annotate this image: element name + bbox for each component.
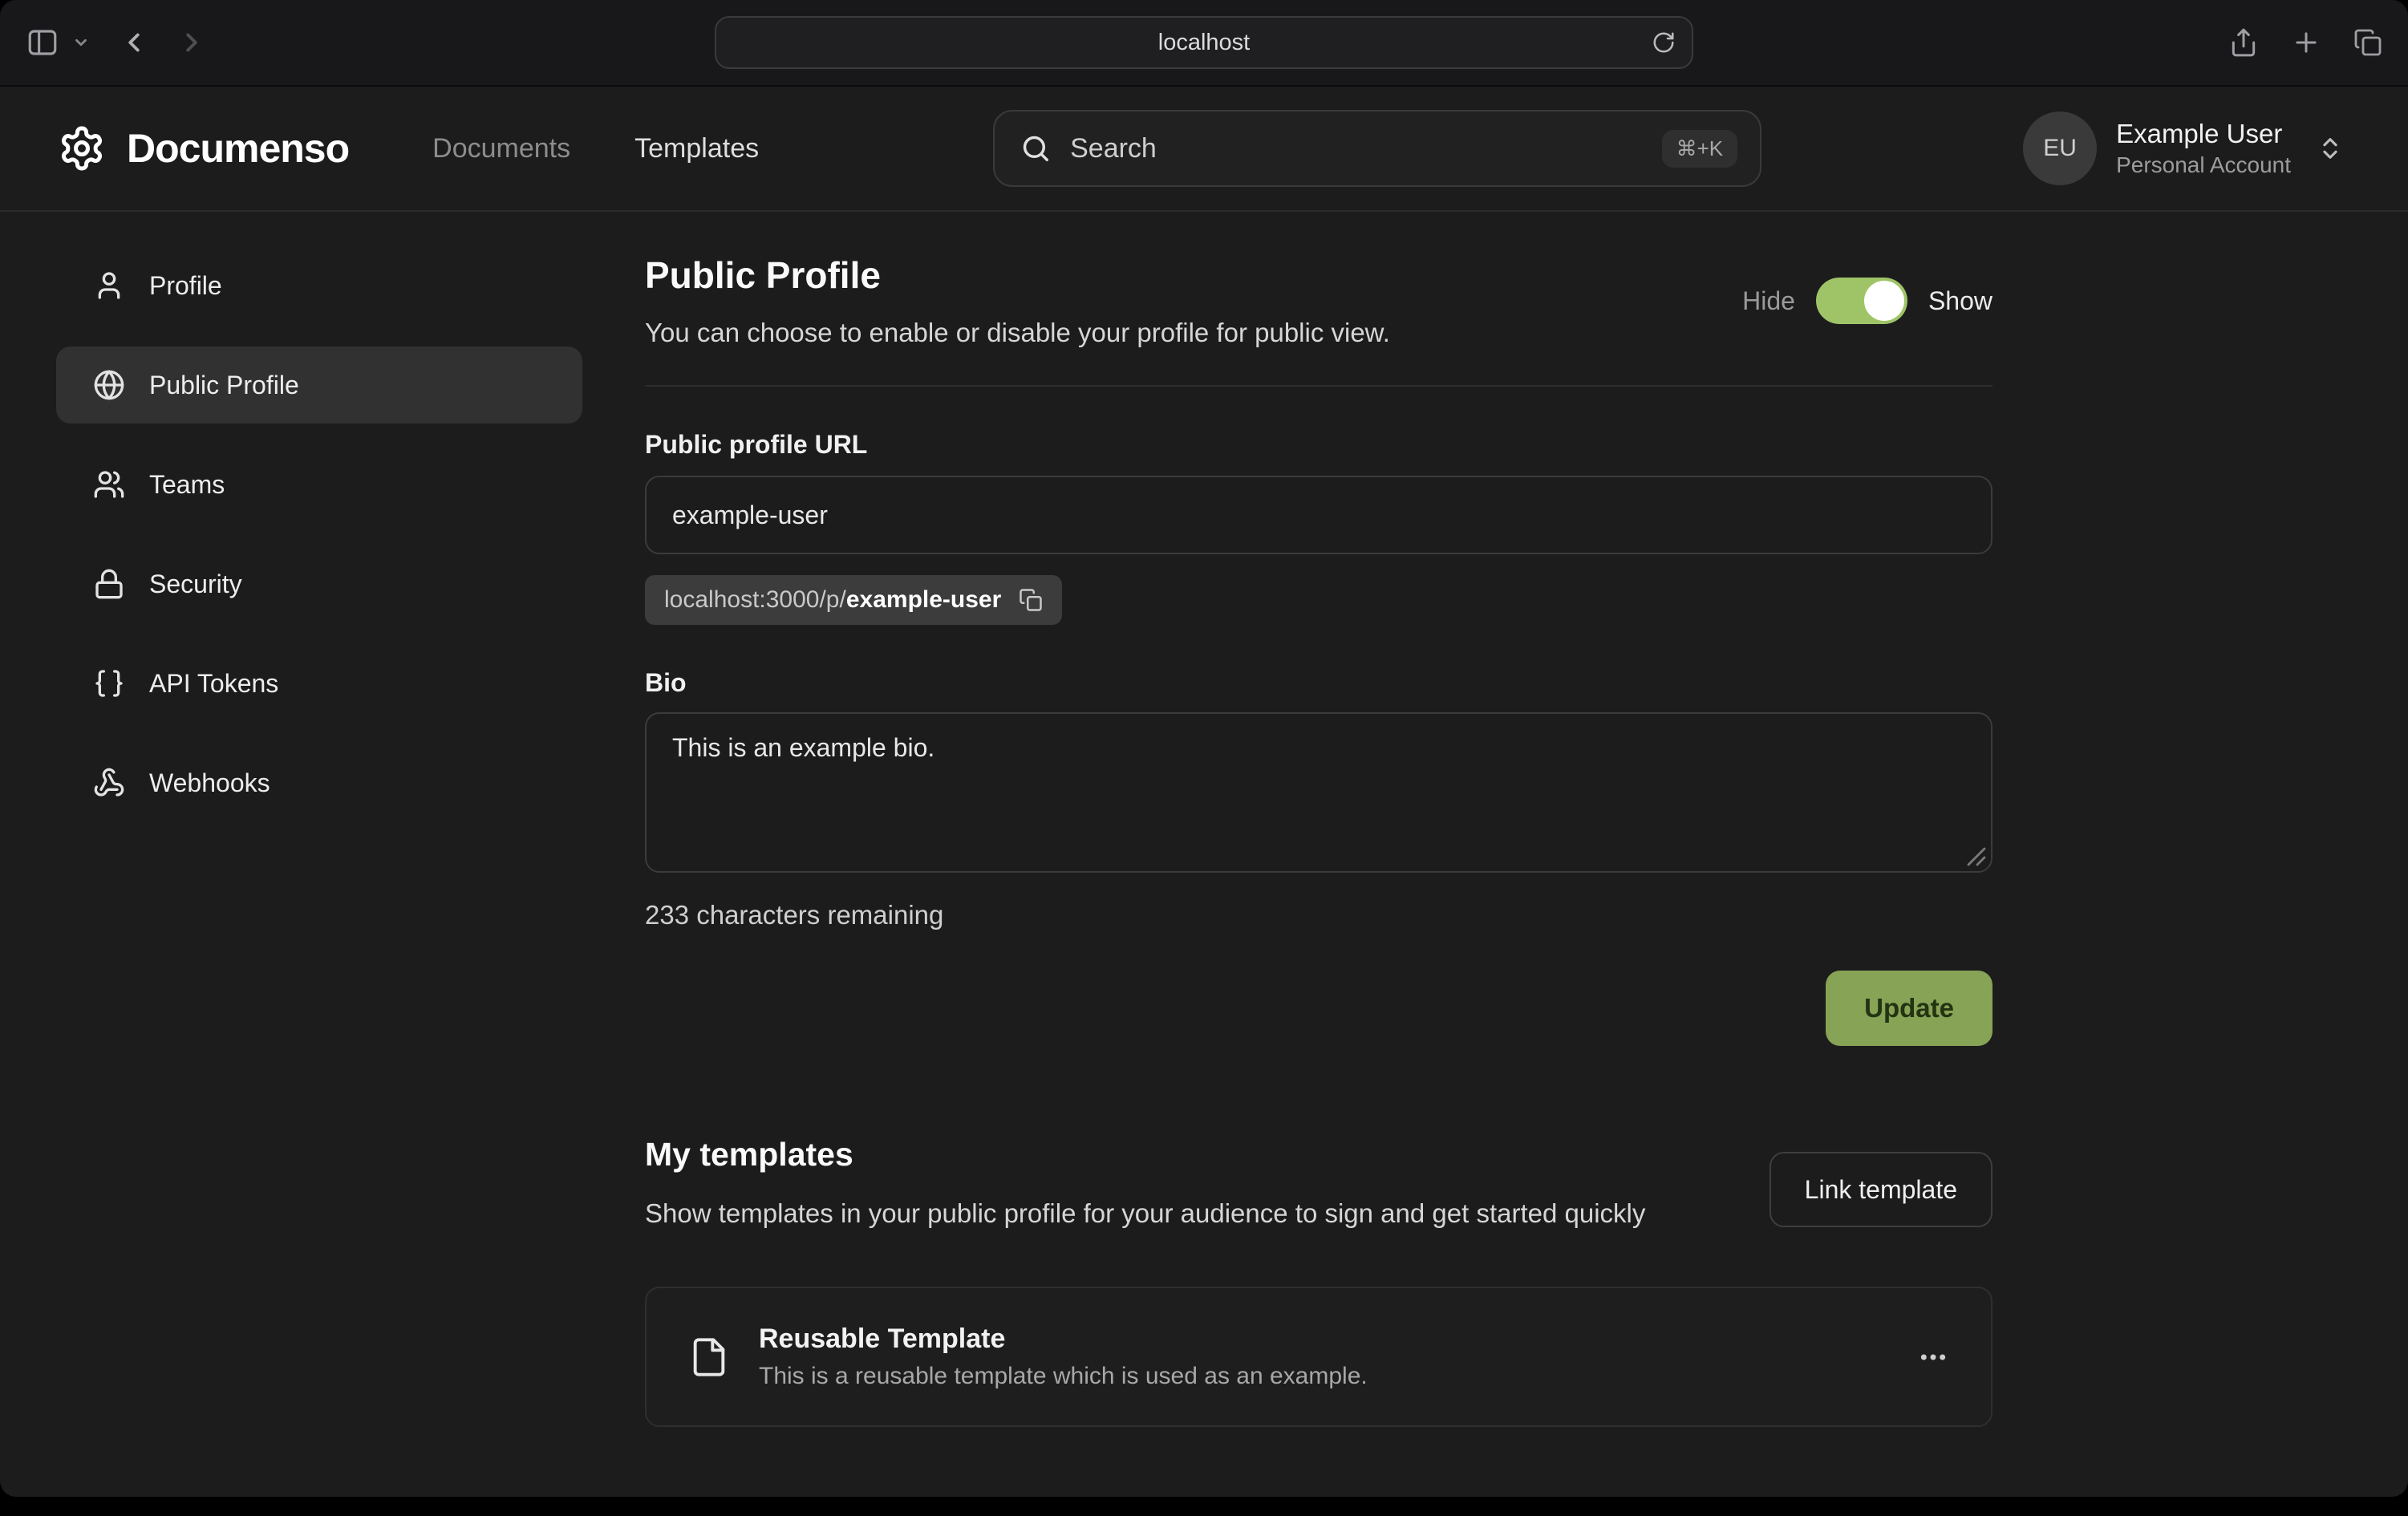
file-icon [688,1336,730,1378]
templates-title: My templates [645,1136,1645,1173]
my-templates-section: My templates Show templates in your publ… [645,1136,1992,1427]
tab-overview-chevron-icon[interactable] [72,34,90,51]
settings-nav: Profile Public Profile Teams [56,247,582,821]
toolbar-right-group [2228,27,2382,58]
user-icon [93,270,125,302]
user-account-type: Personal Account [2116,152,2291,178]
brand-name: Documenso [127,125,349,172]
sidebar-item-label: Webhooks [149,768,270,798]
user-menu[interactable]: EU Example User Personal Account [2023,111,2344,185]
avatar: EU [2023,111,2097,185]
page-title: Public Profile [645,253,1390,297]
sidebar-item-label: Public Profile [149,371,299,400]
stage: localhost Documenso Documents [0,0,2408,1516]
browser-window: localhost Documenso Documents [0,0,2408,1497]
search-icon [1020,133,1051,164]
bio-textarea[interactable]: This is an example bio. [645,712,1992,873]
toggle-hide-label: Hide [1742,286,1795,316]
sidebar-toggle-icon[interactable] [26,26,59,59]
search-input[interactable] [1070,133,1642,164]
settings-sidebar: Profile Public Profile Teams [0,212,645,1497]
resize-handle[interactable] [1967,847,1986,866]
address-bar[interactable]: localhost [715,16,1693,69]
sidebar-item-profile[interactable]: Profile [56,247,582,324]
template-name: Reusable Template [759,1323,1368,1355]
sidebar-item-security[interactable]: Security [56,545,582,622]
profile-url-label: Public profile URL [645,430,1992,460]
nav-documents[interactable]: Documents [432,133,570,164]
profile-url-preview[interactable]: localhost:3000/p/example-user [645,575,1062,625]
sidebar-item-label: Profile [149,271,222,301]
profile-visibility-toggle[interactable] [1816,278,1907,324]
forward-icon[interactable] [176,27,207,58]
bio-label: Bio [645,668,1992,698]
template-menu-icon[interactable] [1917,1341,1949,1373]
user-name: Example User [2116,119,2291,149]
new-tab-icon[interactable] [2291,27,2321,58]
reload-icon[interactable] [1652,30,1676,55]
webhook-icon [93,767,125,799]
main-content: Public Profile You can choose to enable … [645,212,1992,1497]
sidebar-item-api-tokens[interactable]: API Tokens [56,645,582,722]
user-meta: Example User Personal Account [2116,119,2291,178]
nav-templates[interactable]: Templates [634,133,759,164]
chevrons-up-down-icon [2317,135,2344,162]
main-nav: Documents Templates [432,133,759,164]
search-shortcut-badge: ⌘+K [1662,130,1738,168]
section-divider [645,385,1992,387]
toggle-knob [1864,281,1904,321]
sidebar-item-public-profile[interactable]: Public Profile [56,347,582,424]
sidebar-item-label: Security [149,570,242,599]
sidebar-item-webhooks[interactable]: Webhooks [56,744,582,821]
tabs-overview-icon[interactable] [2353,28,2382,57]
lock-icon [93,568,125,600]
sidebar-item-teams[interactable]: Teams [56,446,582,523]
documenso-logo-icon [58,124,106,172]
address-url: localhost [1158,30,1250,56]
sidebar-item-label: Teams [149,470,225,500]
share-icon[interactable] [2228,27,2259,58]
characters-remaining: 233 characters remaining [645,900,1992,930]
profile-url-preview-text: localhost:3000/p/example-user [664,586,1001,614]
templates-description: Show templates in your public profile fo… [645,1193,1645,1234]
visibility-toggle-group: Hide Show [1742,278,1992,324]
back-icon[interactable] [119,27,149,58]
brand[interactable]: Documenso [58,124,349,172]
link-template-button[interactable]: Link template [1770,1152,1992,1227]
template-meta: Reusable Template This is a reusable tem… [759,1323,1368,1390]
template-description: This is a reusable template which is use… [759,1363,1368,1390]
app-header: Documenso Documents Templates ⌘+K EU Exa… [0,87,2408,212]
search-box[interactable]: ⌘+K [993,110,1761,187]
toggle-show-label: Show [1928,286,1992,316]
users-icon [93,468,125,501]
sidebar-item-label: API Tokens [149,669,278,699]
template-card: Reusable Template This is a reusable tem… [645,1287,1992,1427]
globe-icon [93,369,125,401]
braces-icon [93,667,125,699]
update-button[interactable]: Update [1826,971,1992,1046]
toolbar-left-group [0,26,207,59]
copy-icon[interactable] [1019,588,1043,612]
page-description: You can choose to enable or disable your… [645,318,1390,348]
profile-url-input[interactable] [645,476,1992,554]
browser-toolbar: localhost [0,0,2408,87]
